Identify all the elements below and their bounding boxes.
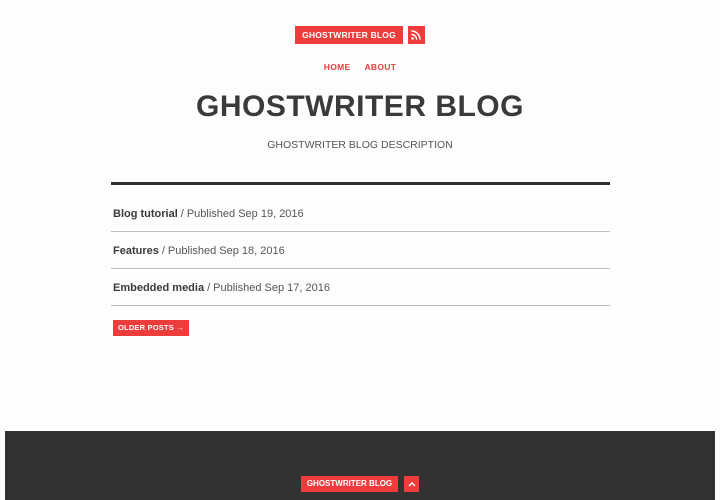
post-separator: / [161,244,165,257]
post-item: Features / Published Sep 18, 2016 [111,233,610,269]
back-to-top-button[interactable] [404,476,420,492]
nav-item-home[interactable]: HOME [324,62,351,72]
header-divider [111,182,610,185]
post-item: Blog tutorial / Published Sep 19, 2016 [111,196,610,232]
site-title: GHOSTWRITER BLOG [196,90,524,123]
site-footer: GHOSTWRITER BLOG [5,431,715,500]
main-nav: HOME ABOUT [0,62,720,72]
site-description: GHOSTWRITER BLOG DESCRIPTION [267,139,453,151]
rss-button[interactable] [407,26,425,44]
post-title-link[interactable]: Blog tutorial [113,208,178,220]
post-title-link[interactable]: Embedded media [113,282,204,294]
chevron-up-icon [408,482,416,487]
nav-item-about[interactable]: ABOUT [364,62,396,72]
brand-row: GHOSTWRITER BLOG [0,26,720,44]
post-meta: Published Sep 18, 2016 [167,244,285,257]
brand-link[interactable]: GHOSTWRITER BLOG [295,26,403,44]
older-posts-button[interactable]: OLDER POSTS → [113,320,189,336]
footer-row: GHOSTWRITER BLOG [5,476,715,492]
post-meta: Published Sep 19, 2016 [186,207,304,220]
post-item: Embedded media / Published Sep 17, 2016 [111,270,610,306]
post-separator: / [180,207,184,220]
footer-brand-link[interactable]: GHOSTWRITER BLOG [300,476,399,492]
post-meta: Published Sep 17, 2016 [213,281,330,294]
rss-icon [411,30,422,40]
post-separator: / [207,281,211,294]
post-list: Blog tutorial / Published Sep 19, 2016 F… [111,196,610,306]
post-title-link[interactable]: Features [113,245,159,257]
